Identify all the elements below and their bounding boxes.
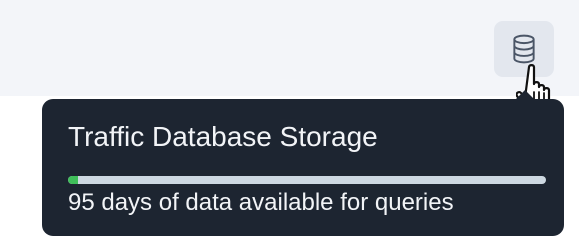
database-icon (513, 34, 535, 64)
tooltip-title: Traffic Database Storage (68, 121, 378, 152)
storage-tooltip: Traffic Database Storage 95 days of data… (42, 99, 564, 236)
storage-progress-fill (68, 176, 78, 184)
storage-progress-bar (68, 176, 546, 184)
tooltip-description: 95 days of data available for queries (68, 189, 454, 216)
header-bar (0, 0, 579, 96)
